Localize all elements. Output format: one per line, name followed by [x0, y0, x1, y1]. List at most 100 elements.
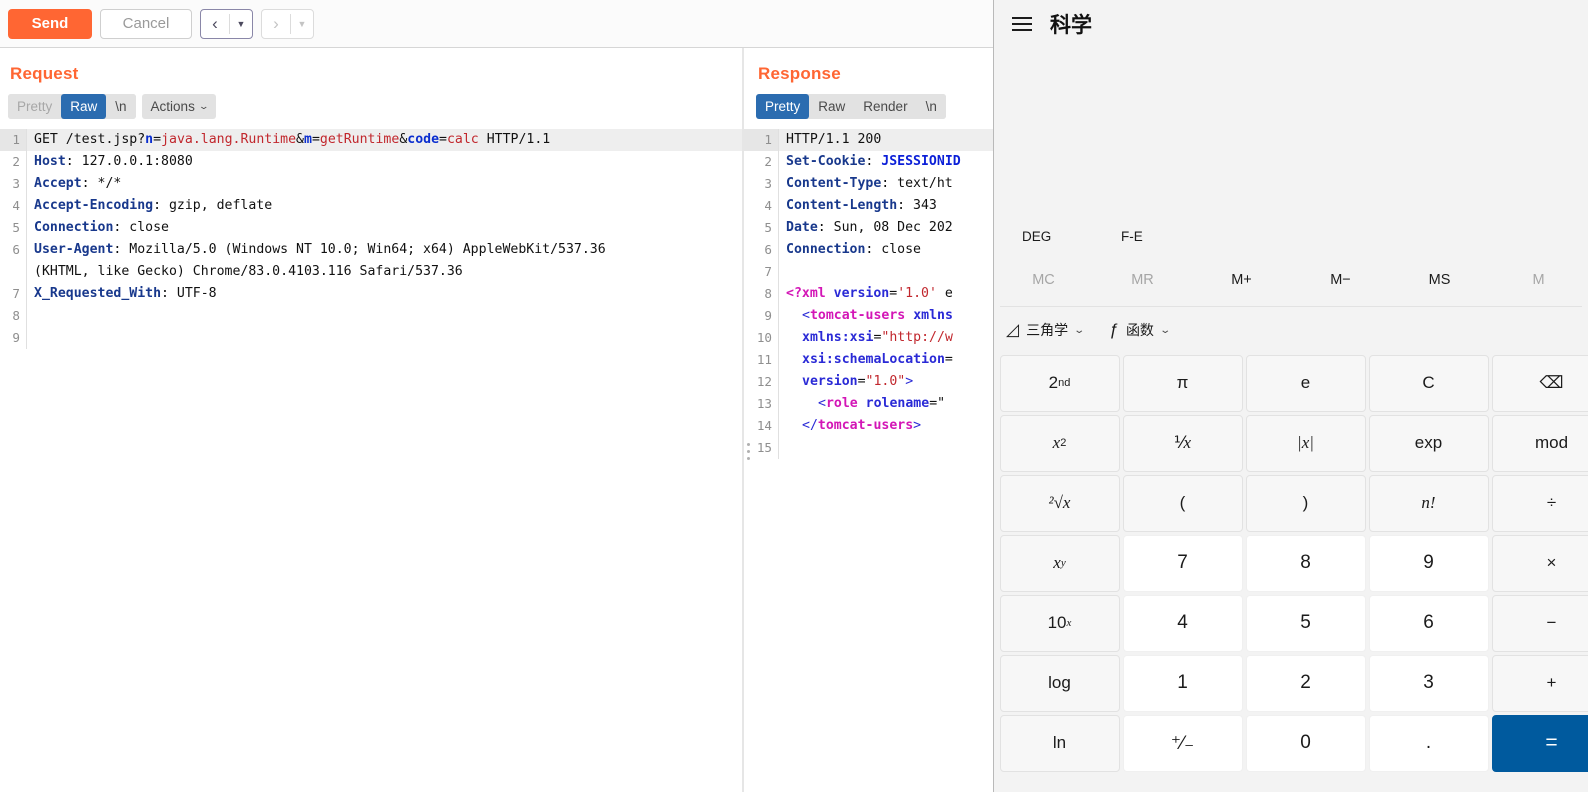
key-sym[interactable]: π	[1122, 354, 1243, 412]
keypad-row: ln ⁺⁄₋ 0. =	[998, 713, 1588, 773]
key-6[interactable]: 6	[1368, 594, 1489, 652]
response-tab-\n[interactable]: \n	[916, 94, 946, 119]
key-ln[interactable]: ln	[999, 714, 1120, 772]
key-sym[interactable]: ×	[1491, 534, 1588, 592]
code-token: '1.0'	[897, 286, 937, 301]
key-log[interactable]: log	[999, 654, 1120, 712]
key-0[interactable]: 0	[1245, 714, 1366, 772]
key-label: 5	[1300, 612, 1311, 633]
memory-button-mr[interactable]: MR	[1093, 272, 1192, 288]
code-text: xsi:schemaLocation=	[778, 349, 993, 371]
line-number	[0, 261, 26, 283]
request-code-line: 3 Accept: */*	[0, 173, 742, 195]
calculator-mode-f-e[interactable]: F-E	[1121, 229, 1220, 244]
forward-nav-group[interactable]: › ▼	[261, 8, 314, 39]
memory-button-mc[interactable]: MC	[994, 272, 1093, 288]
key-x[interactable]: |x|	[1245, 414, 1366, 472]
response-code-line: 9 <tomcat-users xmlns	[744, 305, 993, 327]
calculator-mode-deg[interactable]: DEG	[1022, 229, 1121, 244]
line-number: 7	[12, 286, 20, 301]
calculator-header: 科学	[994, 0, 1588, 48]
code-token: User-Agent	[34, 242, 114, 257]
memory-button-m[interactable]: M	[1489, 272, 1588, 288]
code-token: =	[944, 352, 953, 367]
key-superscript: 2	[1060, 437, 1067, 449]
key-2[interactable]: 2	[1245, 654, 1366, 712]
key-8[interactable]: 8	[1245, 534, 1366, 592]
response-tab-render[interactable]: Render	[854, 94, 917, 119]
key-e[interactable]: e	[1245, 354, 1366, 412]
key-exp[interactable]: exp	[1368, 414, 1489, 472]
cancel-button[interactable]: Cancel	[100, 8, 192, 39]
key-sym[interactable]: )	[1245, 474, 1366, 532]
key-9[interactable]: 9	[1368, 534, 1489, 592]
key-sym[interactable]: ⅟x	[1122, 414, 1243, 472]
request-panel: Request Pretty Raw \n Actions ⌄ 1 GET /test…	[0, 48, 742, 792]
back-chevron-down-icon[interactable]: ▼	[230, 10, 252, 38]
key-sym[interactable]: (	[1122, 474, 1243, 532]
function-dropdown[interactable]: ƒ 函数 ⌄	[1109, 320, 1171, 340]
code-text: Content-Type: text/ht	[778, 173, 993, 195]
send-button[interactable]: Send	[8, 8, 92, 39]
key-x[interactable]: ²√x	[999, 474, 1120, 532]
line-number: 1	[744, 129, 778, 151]
key-2nd[interactable]: 2nd	[999, 354, 1120, 412]
key-sym[interactable]: .	[1368, 714, 1489, 772]
actions-label: Actions	[150, 99, 195, 114]
trigonometry-dropdown[interactable]: ◿ 三角学 ⌄	[1006, 320, 1085, 340]
response-tab-pretty[interactable]: Pretty	[756, 94, 810, 119]
request-tab-raw[interactable]: Raw	[61, 94, 107, 119]
key-10x[interactable]: 10 x	[999, 594, 1120, 652]
request-tab-\n[interactable]: \n	[106, 94, 136, 119]
key-sym[interactable]: +	[1491, 654, 1588, 712]
request-tab-pretty[interactable]: Pretty	[8, 94, 62, 119]
request-actions-button[interactable]: Actions ⌄	[141, 94, 217, 119]
key-label-tail: x	[1183, 433, 1192, 452]
key-4[interactable]: 4	[1122, 594, 1243, 652]
memory-button-m[interactable]: M−	[1291, 272, 1390, 288]
key-c[interactable]: C	[1368, 354, 1489, 412]
back-nav-group[interactable]: ‹ ▼	[200, 8, 253, 39]
code-token: : */*	[81, 176, 122, 191]
key-7[interactable]: 7	[1122, 534, 1243, 592]
key-5[interactable]: 5	[1245, 594, 1366, 652]
code-token: Content-Length	[786, 198, 898, 213]
key-label: ln	[1052, 733, 1067, 752]
key-sym[interactable]: =	[1491, 714, 1588, 772]
code-token: <	[818, 396, 826, 411]
memory-button-ms[interactable]: MS	[1390, 272, 1489, 288]
key-x2[interactable]: x2	[999, 414, 1120, 472]
key-mod[interactable]: mod	[1491, 414, 1588, 472]
back-arrow-icon[interactable]: ‹	[201, 10, 229, 38]
editor-drag-handle-icon[interactable]	[744, 438, 753, 464]
request-code-line: 9	[0, 327, 742, 349]
key-1[interactable]: 1	[1122, 654, 1243, 712]
request-code-line: 1 GET /test.jsp?n=java.lang.Runtime&m=get…	[0, 129, 742, 151]
function-icon: ƒ	[1109, 320, 1119, 339]
key-xy[interactable]: xy	[999, 534, 1120, 592]
key-sym[interactable]: ÷	[1491, 474, 1588, 532]
key-n[interactable]: n!	[1368, 474, 1489, 532]
request-editor[interactable]: 1 GET /test.jsp?n=java.lang.Runtime&m=get…	[0, 129, 742, 349]
code-text: Connection: close	[778, 239, 993, 261]
response-tab-raw[interactable]: Raw	[809, 94, 855, 119]
code-text: Host: 127.0.0.1:8080	[26, 151, 742, 173]
key-label: ⌫	[1539, 373, 1564, 392]
hamburger-icon[interactable]	[1012, 17, 1032, 31]
response-editor[interactable]: 1 HTTP/1.1 200 2 Set-Cookie: JSESSIONID 3 Con…	[744, 129, 993, 459]
forward-chevron-down-icon[interactable]: ▼	[291, 10, 313, 38]
key-3[interactable]: 3	[1368, 654, 1489, 712]
line-number: 9	[12, 330, 20, 345]
memory-button-m[interactable]: M+	[1192, 272, 1291, 288]
key-sym[interactable]: −	[1491, 594, 1588, 652]
code-token: ="	[929, 396, 946, 411]
code-text: Set-Cookie: JSESSIONID	[778, 151, 993, 173]
response-code-line: 4 Content-Length: 343	[744, 195, 993, 217]
code-token: : Mozilla/5.0 (Windows NT 10.0; Win64; x…	[113, 242, 606, 257]
forward-arrow-icon[interactable]: ›	[262, 10, 290, 38]
code-token: m	[304, 132, 312, 147]
key-sym[interactable]: ⌫	[1491, 354, 1588, 412]
line-number: 1	[0, 129, 26, 151]
key-sym[interactable]: ⁺⁄₋	[1122, 714, 1243, 772]
